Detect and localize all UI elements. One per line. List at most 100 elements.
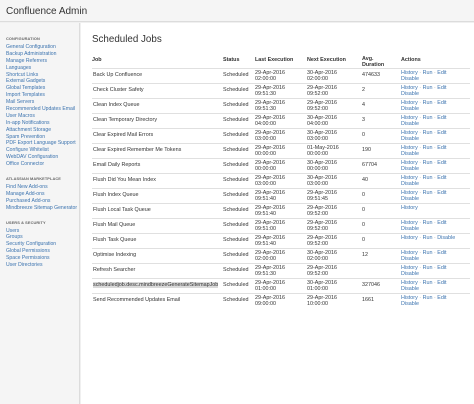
sidebar-nav-link[interactable]: Space Permissions [6, 255, 79, 261]
action-link-run[interactable]: Run [423, 235, 433, 241]
action-link-edit[interactable]: Edit [437, 130, 446, 136]
sidebar-nav-link[interactable]: Recommended Updates Email [6, 106, 79, 112]
sidebar-nav-link[interactable]: Find New Add-ons [6, 184, 79, 190]
action-link-run[interactable]: Run [423, 85, 433, 91]
action-link-history[interactable]: History [401, 190, 418, 196]
sidebar-nav-link[interactable]: Office Connector [6, 161, 79, 167]
action-link-disable[interactable]: Disable [401, 181, 419, 187]
action-link-edit[interactable]: Edit [437, 175, 446, 181]
action-link-run[interactable]: Run [423, 145, 433, 151]
action-link-history[interactable]: History [401, 115, 418, 121]
sidebar-nav-link[interactable]: External Gadgets [6, 78, 79, 84]
action-link-run[interactable]: Run [423, 265, 433, 271]
sidebar-nav-link[interactable]: Manage Add-ons [6, 191, 79, 197]
action-link-edit[interactable]: Edit [437, 280, 446, 286]
sidebar-nav-link[interactable]: Configure Whitelist [6, 147, 79, 153]
action-link-history[interactable]: History [401, 100, 418, 106]
sidebar-nav-link[interactable]: User Directories [6, 262, 79, 268]
sidebar-nav-link[interactable]: PDF Export Language Support [6, 140, 79, 146]
action-link-history[interactable]: History [401, 70, 418, 76]
last-execution-time: 09:51:30 [255, 106, 276, 112]
action-link-disable[interactable]: Disable [401, 166, 419, 172]
action-link-edit[interactable]: Edit [437, 115, 446, 121]
job-status: Scheduled [223, 252, 249, 258]
action-link-disable[interactable]: Disable [401, 76, 419, 82]
last-execution-time: 09:51:00 [255, 226, 276, 232]
action-link-disable[interactable]: Disable [437, 235, 455, 241]
avg-duration: 190 [362, 147, 371, 153]
action-link-edit[interactable]: Edit [437, 190, 446, 196]
action-link-run[interactable]: Run [423, 160, 433, 166]
sidebar-nav-link[interactable]: General Configuration [6, 44, 79, 50]
action-link-run[interactable]: Run [423, 190, 433, 196]
sidebar-nav-link[interactable]: Groups [6, 234, 79, 240]
action-link-run[interactable]: Run [423, 70, 433, 76]
action-link-run[interactable]: Run [423, 280, 433, 286]
action-link-edit[interactable]: Edit [437, 100, 446, 106]
sidebar-nav-link[interactable]: Shortcut Links [6, 72, 79, 78]
job-status: Scheduled [223, 267, 249, 273]
sidebar-nav-link[interactable]: Global Templates [6, 85, 79, 91]
action-link-edit[interactable]: Edit [437, 85, 446, 91]
action-link-history[interactable]: History [401, 175, 418, 181]
action-link-disable[interactable]: Disable [401, 151, 419, 157]
action-link-disable[interactable]: Disable [401, 226, 419, 232]
action-link-edit[interactable]: Edit [437, 265, 446, 271]
action-link-disable[interactable]: Disable [401, 91, 419, 97]
action-link-run[interactable]: Run [423, 130, 433, 136]
action-link-disable[interactable]: Disable [401, 196, 419, 202]
sidebar-nav-link[interactable]: Languages [6, 65, 79, 71]
action-link-history[interactable]: History [401, 205, 418, 211]
sidebar-section-heading: USERS & SECURITY [6, 219, 46, 225]
action-link-disable[interactable]: Disable [401, 136, 419, 142]
sidebar-nav-link[interactable]: User Macros [6, 113, 79, 119]
sidebar-nav-link[interactable]: WebDAV Configuration [6, 154, 79, 160]
action-link-history[interactable]: History [401, 160, 418, 166]
job-actions: History · Run · Edit Disable [401, 175, 447, 188]
action-link-history[interactable]: History [401, 235, 418, 241]
action-link-edit[interactable]: Edit [437, 220, 446, 226]
job-actions: History · Run · Edit Disable [401, 85, 447, 98]
sidebar-nav-link[interactable]: Purchased Add-ons [6, 198, 79, 204]
action-link-history[interactable]: History [401, 295, 418, 301]
table-row: Back Up Confluence Scheduled 29-Apr-2016 02… [92, 68, 470, 83]
sidebar-nav-link[interactable]: In-app Notifications [6, 120, 79, 126]
action-link-run[interactable]: Run [423, 220, 433, 226]
sidebar-nav-link[interactable]: Backup Administration [6, 51, 79, 57]
action-link-edit[interactable]: Edit [437, 145, 446, 151]
sidebar-nav-link[interactable]: Global Permissions [6, 248, 79, 254]
action-link-history[interactable]: History [401, 250, 418, 256]
action-link-history[interactable]: History [401, 220, 418, 226]
sidebar-nav-link[interactable]: Security Configuration [6, 241, 79, 247]
action-link-disable[interactable]: Disable [401, 121, 419, 127]
sidebar-nav-link[interactable]: Spam Prevention [6, 134, 79, 140]
job-status: Scheduled [223, 162, 249, 168]
action-link-history[interactable]: History [401, 280, 418, 286]
action-link-disable[interactable]: Disable [401, 301, 419, 307]
action-link-disable[interactable]: Disable [401, 256, 419, 262]
sidebar-nav-link[interactable]: Attachment Storage [6, 127, 79, 133]
action-link-edit[interactable]: Edit [437, 70, 446, 76]
sidebar-nav-link[interactable]: Import Templates [6, 92, 79, 98]
sidebar-nav-link[interactable]: Mail Servers [6, 99, 79, 105]
sidebar-nav-link[interactable]: Mindbreeze Sitemap Generator [6, 205, 79, 211]
action-link-history[interactable]: History [401, 145, 418, 151]
action-link-history[interactable]: History [401, 265, 418, 271]
action-link-edit[interactable]: Edit [437, 295, 446, 301]
action-link-run[interactable]: Run [423, 115, 433, 121]
action-link-disable[interactable]: Disable [401, 286, 419, 292]
action-link-run[interactable]: Run [423, 250, 433, 256]
action-link-run[interactable]: Run [423, 175, 433, 181]
action-link-run[interactable]: Run [423, 100, 433, 106]
action-link-edit[interactable]: Edit [437, 160, 446, 166]
sidebar-nav-link[interactable]: Manage Referrers [6, 58, 79, 64]
action-link-disable[interactable]: Disable [401, 106, 419, 112]
action-link-disable[interactable]: Disable [401, 271, 419, 277]
sidebar-nav-link[interactable]: Users [6, 228, 79, 234]
action-link-edit[interactable]: Edit [437, 250, 446, 256]
action-link-history[interactable]: History [401, 85, 418, 91]
job-name: Clear Expired Remember Me Tokens [93, 147, 182, 153]
action-link-history[interactable]: History [401, 130, 418, 136]
avg-duration: 67704 [362, 162, 377, 168]
action-link-run[interactable]: Run [423, 295, 433, 301]
